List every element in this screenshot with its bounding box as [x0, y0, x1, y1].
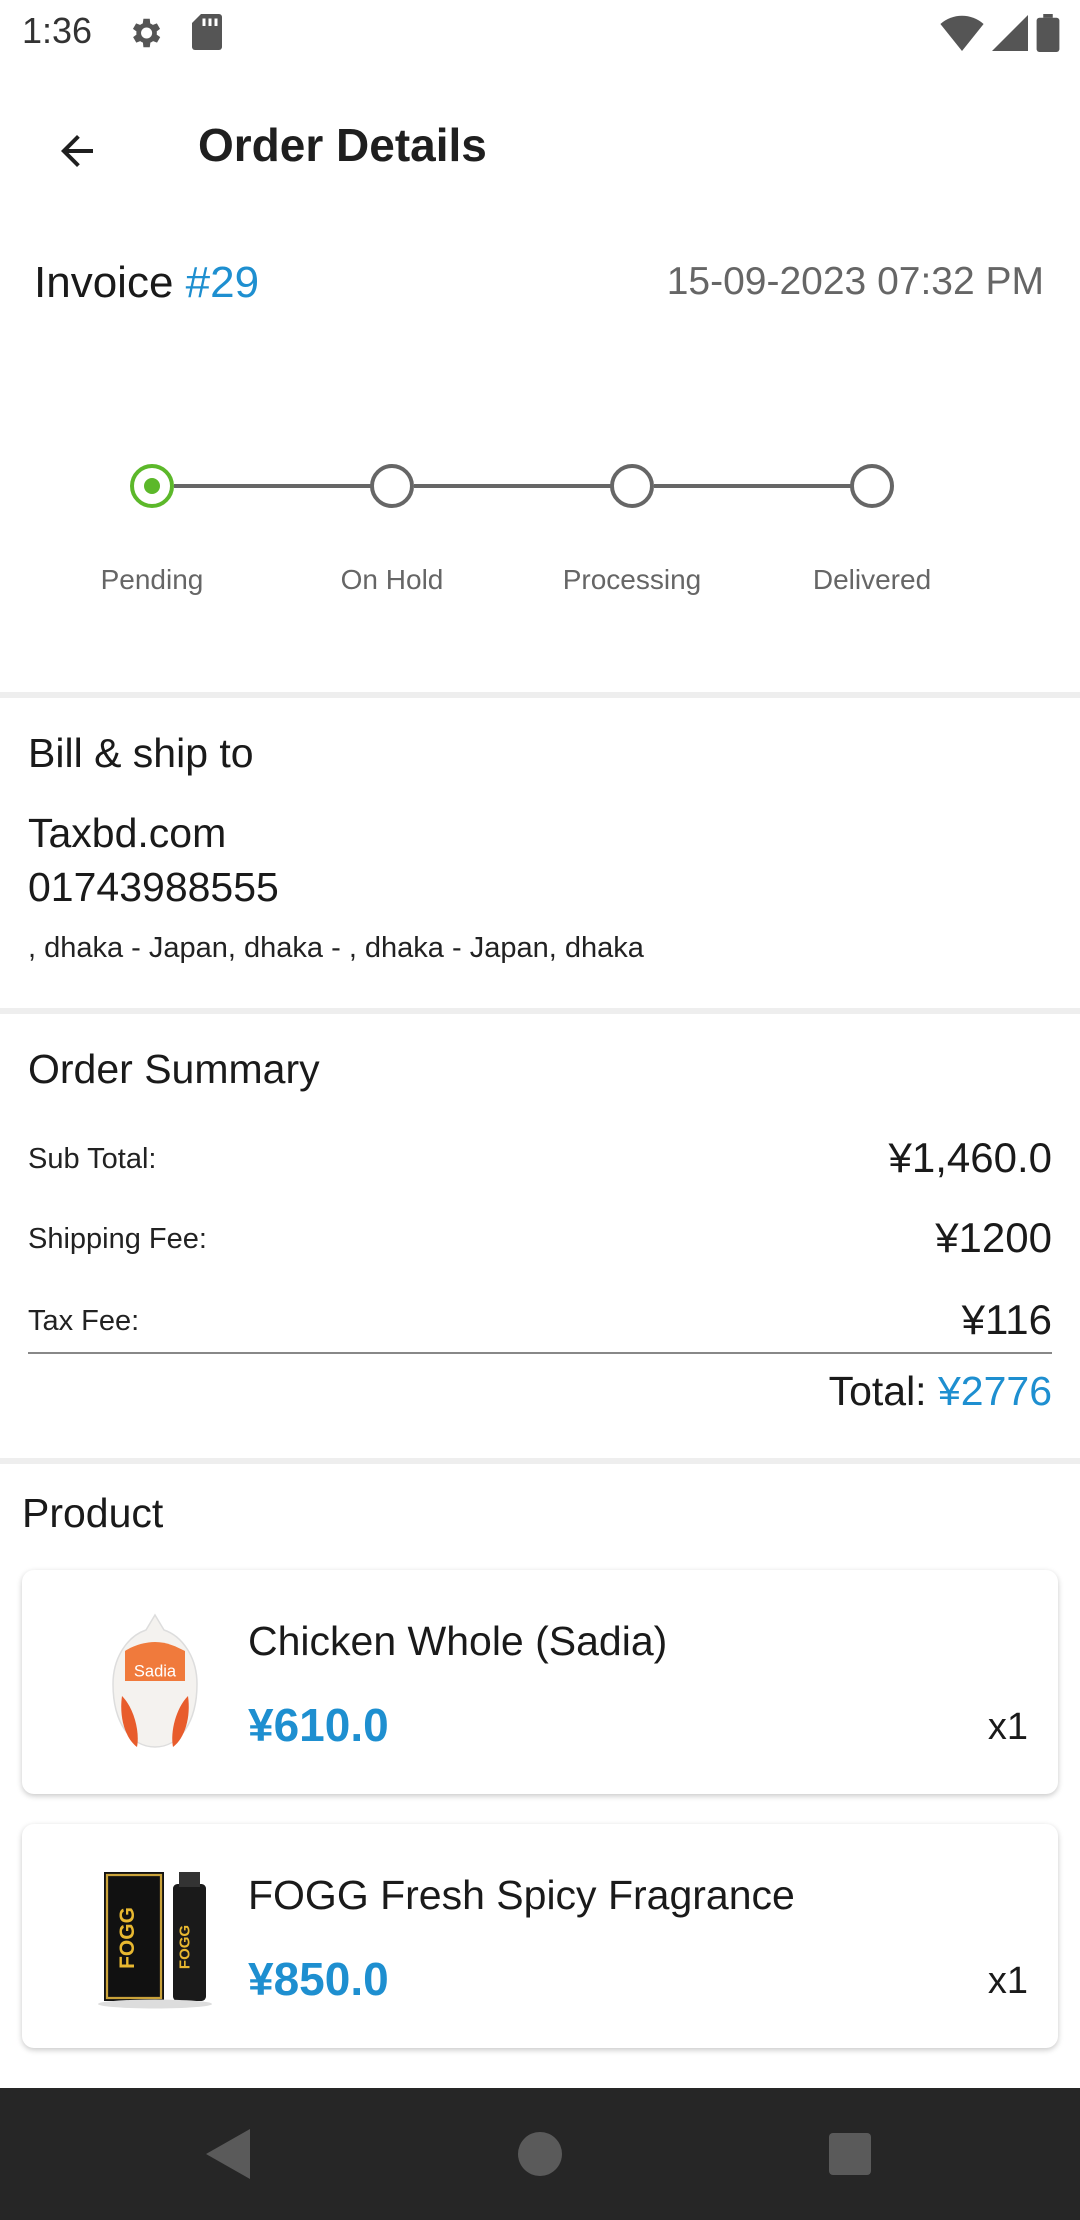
- step-label-processing: Processing: [562, 564, 702, 595]
- product-quantity: x1: [987, 1706, 1028, 1748]
- product-image-text: FOGG: [116, 1907, 139, 1969]
- invoice-label-text: Invoice: [34, 258, 174, 307]
- step-connector: [654, 484, 854, 488]
- total-label: Total:: [828, 1368, 927, 1414]
- total-value: ¥2776: [937, 1368, 1052, 1414]
- status-bar: 1:36: [0, 0, 1080, 66]
- system-nav-bar: [0, 2088, 1080, 2220]
- section-divider: [0, 1008, 1080, 1014]
- summary-label: Tax Fee:: [28, 1305, 140, 1337]
- invoice-row: Invoice #29 15-09-2023 07:32 PM: [0, 250, 1080, 320]
- wifi-icon: [940, 15, 984, 51]
- status-time: 1:36: [22, 10, 93, 51]
- bill-section-title: Bill & ship to: [28, 730, 254, 776]
- status-icons: [940, 14, 1060, 52]
- product-price: ¥610.0: [248, 1699, 389, 1751]
- summary-value: ¥1200: [935, 1214, 1052, 1261]
- nav-recents-square-icon: [829, 2133, 871, 2175]
- summary-label: Sub Total:: [28, 1143, 157, 1175]
- section-divider: [0, 692, 1080, 698]
- step-pending-indicator: [130, 464, 174, 508]
- summary-value: ¥116: [961, 1296, 1052, 1343]
- nav-home-circle-icon: [518, 2132, 562, 2176]
- product-name: FOGG Fresh Spicy Fragrance: [248, 1872, 795, 1918]
- invoice-number: #29: [185, 258, 260, 307]
- nav-back-button[interactable]: [198, 2124, 258, 2184]
- sd-card-icon: [192, 14, 222, 50]
- step-label-on-hold: On Hold: [340, 564, 444, 595]
- back-button[interactable]: [40, 114, 114, 188]
- product-image-text: Sadia: [134, 1663, 177, 1681]
- settings-gear-icon: [132, 18, 161, 48]
- app-bar: Order Details: [0, 66, 1080, 222]
- summary-row-tax: Tax Fee: ¥116: [28, 1286, 1052, 1346]
- step-label-pending: Pending: [100, 564, 204, 595]
- bill-name: Taxbd.com: [28, 810, 227, 856]
- bill-phone: 01743988555: [28, 864, 279, 910]
- order-status-stepper: Pending On Hold Processing Delivered: [0, 440, 1080, 620]
- summary-total: Total: ¥2776: [829, 1368, 1052, 1415]
- product-card[interactable]: FOGG FOGG FOGG Fresh Spicy Fragrance ¥85…: [22, 1824, 1058, 2048]
- invoice-label: Invoice #29: [34, 258, 259, 308]
- summary-divider: [28, 1352, 1052, 1354]
- summary-row-shipping: Shipping Fee: ¥1200: [28, 1204, 1052, 1264]
- product-price: ¥850.0: [248, 1953, 389, 2005]
- chicken-package-image: Sadia: [112, 1613, 198, 1748]
- battery-icon: [1036, 14, 1060, 52]
- nav-recents-button[interactable]: [820, 2124, 880, 2184]
- page-title: Order Details: [198, 119, 487, 171]
- step-connector: [414, 484, 614, 488]
- fogg-bottle-image: FOGG FOGG: [98, 1872, 212, 2009]
- product-image-text: FOGG: [177, 1925, 194, 1969]
- arrow-back-icon: [61, 135, 93, 167]
- summary-row-subtotal: Sub Total: ¥1,460.0: [28, 1124, 1052, 1184]
- nav-home-button[interactable]: [510, 2124, 570, 2184]
- product-section-title: Product: [22, 1490, 164, 1536]
- summary-section-title: Order Summary: [28, 1046, 320, 1092]
- step-delivered-indicator: [850, 464, 894, 508]
- step-processing-indicator: [610, 464, 654, 508]
- bill-address: , dhaka - Japan, dhaka - , dhaka - Japan…: [28, 932, 644, 964]
- summary-value: ¥1,460.0: [888, 1134, 1053, 1181]
- section-divider: [0, 1458, 1080, 1464]
- step-on-hold-indicator: [370, 464, 414, 508]
- step-label-delivered: Delivered: [812, 564, 932, 595]
- product-card[interactable]: Sadia Chicken Whole (Sadia) ¥610.0 x1: [22, 1570, 1058, 1794]
- nav-back-triangle-icon: [206, 2129, 250, 2179]
- step-connector: [174, 484, 374, 488]
- summary-label: Shipping Fee:: [28, 1223, 207, 1255]
- cell-signal-icon: [992, 15, 1028, 51]
- product-name: Chicken Whole (Sadia): [248, 1618, 668, 1664]
- invoice-date: 15-09-2023 07:32 PM: [666, 260, 1044, 303]
- product-quantity: x1: [987, 1960, 1028, 2002]
